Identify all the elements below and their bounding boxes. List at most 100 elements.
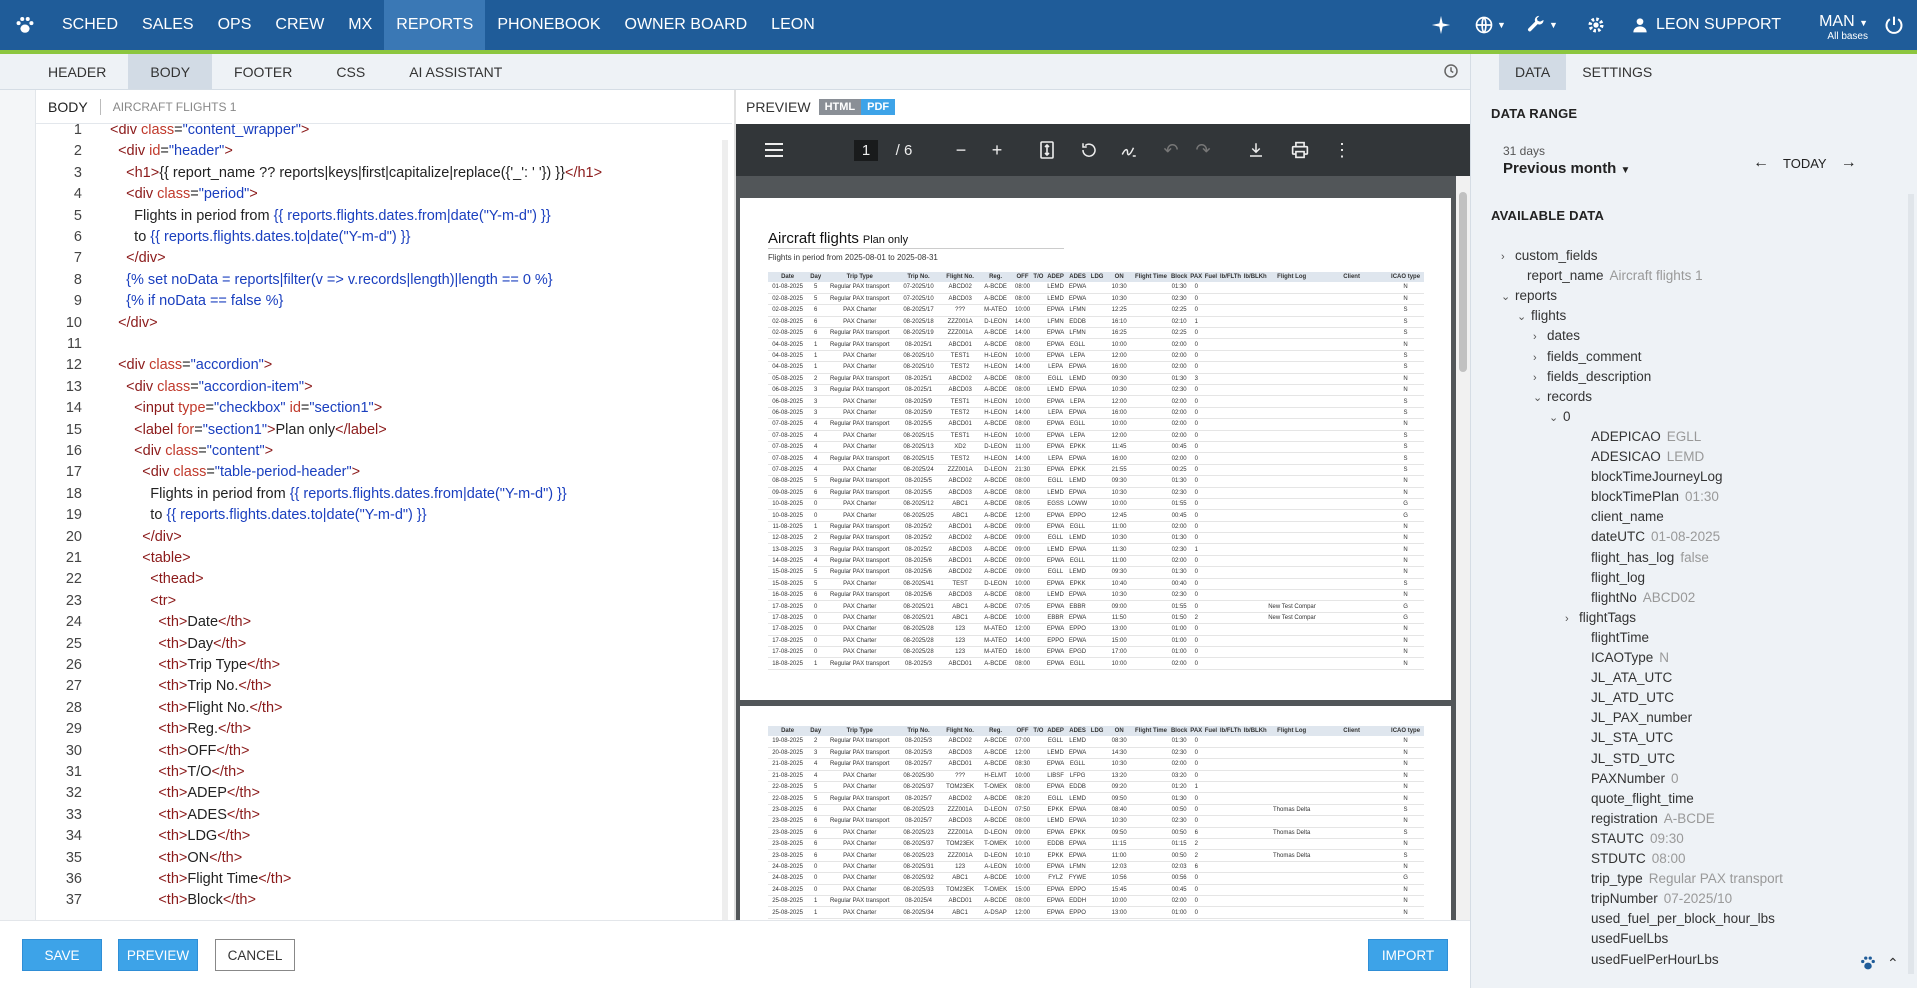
code-line[interactable]: 31 <th>T/O</th> bbox=[36, 762, 732, 783]
tree-node[interactable]: JL_STD_UTC bbox=[1565, 749, 1675, 769]
save-button[interactable]: SAVE bbox=[22, 939, 102, 971]
tree-node[interactable]: PAXNumber 0 bbox=[1565, 769, 1679, 789]
undo-icon[interactable]: ↶ bbox=[1156, 124, 1186, 176]
tree-node[interactable]: › flightTags bbox=[1565, 608, 1636, 628]
code-line[interactable]: 36 <th>Flight Time</th> bbox=[36, 869, 732, 890]
power-icon[interactable] bbox=[1874, 0, 1914, 50]
tree-node[interactable]: flightTime bbox=[1565, 628, 1649, 648]
nav-item-sales[interactable]: SALES bbox=[130, 0, 206, 50]
cancel-button[interactable]: CANCEL bbox=[215, 939, 295, 971]
tree-node[interactable]: flightNo ABCD02 bbox=[1565, 588, 1695, 608]
more-options-icon[interactable]: ⋮ bbox=[1328, 124, 1356, 176]
zoom-in-icon[interactable]: + bbox=[982, 124, 1012, 176]
tree-node[interactable]: tripNumber 07-2025/10 bbox=[1565, 889, 1732, 909]
tree-node[interactable]: STAUTC 09:30 bbox=[1565, 829, 1684, 849]
tab-footer[interactable]: FOOTER bbox=[212, 54, 314, 89]
code-line[interactable]: 25 <th>Day</th> bbox=[36, 634, 732, 655]
nav-item-mx[interactable]: MX bbox=[336, 0, 384, 50]
code-line[interactable]: 32 <th>ADEP</th> bbox=[36, 783, 732, 804]
code-line[interactable]: 3 <h1>{{ report_name ?? reports|keys|fir… bbox=[36, 163, 732, 184]
tree-node[interactable]: ⌄ records bbox=[1533, 387, 1592, 407]
code-line[interactable]: 27 <th>Trip No.</th> bbox=[36, 676, 732, 697]
tree-node[interactable]: › fields_description bbox=[1533, 367, 1651, 387]
tree-node[interactable]: ⌄ flights bbox=[1517, 306, 1566, 326]
code-line[interactable]: 11 bbox=[36, 334, 732, 355]
leon-logo-icon[interactable] bbox=[0, 0, 50, 50]
tree-node[interactable]: quote_flight_time bbox=[1565, 789, 1694, 809]
range-dropdown[interactable]: Previous month ▼ bbox=[1503, 160, 1630, 177]
code-line[interactable]: 21 <table> bbox=[36, 548, 732, 569]
tree-node[interactable]: ADEPICAO EGLL bbox=[1565, 427, 1701, 447]
code-editor[interactable]: 1 <div class="content_wrapper"> 2 <div id=… bbox=[36, 124, 732, 920]
code-line[interactable]: 28 <th>Flight No.</th> bbox=[36, 698, 732, 719]
data-panel-scrollbar[interactable] bbox=[1908, 194, 1914, 974]
chevron-right-icon[interactable]: › bbox=[1533, 368, 1545, 388]
import-button[interactable]: IMPORT bbox=[1368, 939, 1448, 971]
code-line[interactable]: 22 <thead> bbox=[36, 569, 732, 590]
tree-node[interactable]: usedFuelPerHourLbs bbox=[1565, 950, 1719, 970]
globe-icon[interactable]: ▼ bbox=[1468, 0, 1512, 50]
tree-node[interactable]: registration A-BCDE bbox=[1565, 809, 1715, 829]
tree-node[interactable]: JL_ATA_UTC bbox=[1565, 668, 1672, 688]
code-line[interactable]: 2 <div id="header"> bbox=[36, 141, 732, 162]
tree-node[interactable]: blockTimePlan 01:30 bbox=[1565, 487, 1719, 507]
tree-node[interactable]: client_name bbox=[1565, 507, 1664, 527]
editor-scrollbar[interactable] bbox=[722, 140, 728, 920]
code-line[interactable]: 7 </div> bbox=[36, 248, 732, 269]
code-line[interactable]: 4 <div class="period"> bbox=[36, 184, 732, 205]
tab-data[interactable]: DATA bbox=[1499, 54, 1567, 90]
chevron-right-icon[interactable]: › bbox=[1533, 327, 1545, 347]
tree-node[interactable]: ADESICAO LEMD bbox=[1565, 447, 1704, 467]
tree-node[interactable]: JL_ATD_UTC bbox=[1565, 688, 1674, 708]
code-line[interactable]: 8 {% set noData = reports|filter(v => v.… bbox=[36, 270, 732, 291]
gear-icon[interactable] bbox=[1578, 0, 1614, 50]
code-line[interactable]: 6 to {{ reports.flights.dates.to|date("Y… bbox=[36, 227, 732, 248]
tree-node[interactable]: trip_type Regular PAX transport bbox=[1565, 869, 1783, 889]
code-line[interactable]: 34 <th>LDG</th> bbox=[36, 826, 732, 847]
code-line[interactable]: 33 <th>ADES</th> bbox=[36, 805, 732, 826]
tree-node[interactable]: flight_log bbox=[1565, 568, 1645, 588]
chevron-down-icon[interactable]: ⌄ bbox=[1533, 388, 1545, 408]
redo-icon[interactable]: ↷ bbox=[1188, 124, 1218, 176]
code-line[interactable]: 19 to {{ reports.flights.dates.to|date("… bbox=[36, 505, 732, 526]
tree-node[interactable]: blockTimeJourneyLog bbox=[1565, 467, 1723, 487]
nav-item-leon[interactable]: LEON bbox=[759, 0, 827, 50]
tree-node[interactable]: usedFuelLbs bbox=[1565, 929, 1668, 949]
code-line[interactable]: 9 {% if noData == false %} bbox=[36, 291, 732, 312]
tab-settings[interactable]: SETTINGS bbox=[1566, 54, 1668, 90]
tree-node[interactable]: report_name Aircraft flights 1 bbox=[1501, 266, 1703, 286]
pdf-scrollbar[interactable] bbox=[1456, 176, 1470, 920]
nav-item-ops[interactable]: OPS bbox=[206, 0, 264, 50]
code-line[interactable]: 35 <th>ON</th> bbox=[36, 848, 732, 869]
leon-paw-icon[interactable] bbox=[1859, 954, 1877, 972]
code-line[interactable]: 29 <th>Reg.</th> bbox=[36, 719, 732, 740]
tree-node[interactable]: › dates bbox=[1533, 326, 1580, 346]
code-line[interactable]: 23 <tr> bbox=[36, 591, 732, 612]
print-icon[interactable] bbox=[1284, 124, 1316, 176]
base-selector[interactable]: MAN ▼ All bases bbox=[1796, 0, 1868, 50]
tree-node[interactable]: JL_PAX_number bbox=[1565, 708, 1692, 728]
code-line[interactable]: 15 <label for="section1">Plan only</labe… bbox=[36, 420, 732, 441]
chevron-right-icon[interactable]: › bbox=[1501, 247, 1513, 267]
tab-ai-assistant[interactable]: AI ASSISTANT bbox=[387, 54, 524, 89]
nav-item-reports[interactable]: REPORTS bbox=[384, 0, 486, 50]
tab-header[interactable]: HEADER bbox=[0, 54, 128, 89]
nav-item-sched[interactable]: SCHED bbox=[50, 0, 130, 50]
today-button[interactable]: TODAY bbox=[1783, 156, 1827, 171]
nav-item-phonebook[interactable]: PHONEBOOK bbox=[485, 0, 612, 50]
download-icon[interactable] bbox=[1240, 124, 1272, 176]
code-line[interactable]: 13 <div class="accordion-item"> bbox=[36, 377, 732, 398]
chevron-right-icon[interactable]: › bbox=[1533, 348, 1545, 368]
tree-node[interactable]: JL_STA_UTC bbox=[1565, 728, 1673, 748]
sparkle-icon[interactable] bbox=[1422, 0, 1460, 50]
tree-node[interactable]: ⌄ 0 bbox=[1549, 407, 1571, 427]
code-line[interactable]: 20 </div> bbox=[36, 527, 732, 548]
zoom-out-icon[interactable]: − bbox=[946, 124, 976, 176]
chevron-down-icon[interactable]: ⌄ bbox=[1549, 408, 1561, 428]
arrow-right-icon[interactable]: → bbox=[1841, 154, 1857, 172]
wrench-icon[interactable]: ▼ bbox=[1520, 0, 1564, 50]
code-line[interactable]: 5 Flights in period from {{ reports.flig… bbox=[36, 206, 732, 227]
fit-page-icon[interactable] bbox=[1032, 124, 1062, 176]
code-line[interactable]: 37 <th>Block</th> bbox=[36, 890, 732, 911]
tree-node[interactable]: ICAOType N bbox=[1565, 648, 1669, 668]
